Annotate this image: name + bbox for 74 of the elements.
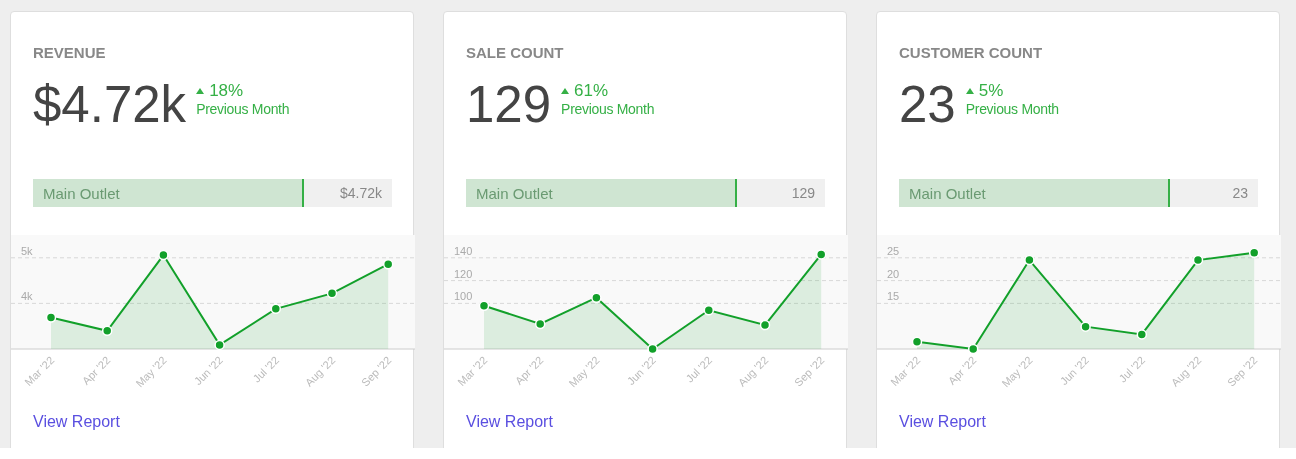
data-point — [1248, 247, 1260, 259]
data-point — [703, 305, 715, 316]
x-axis-label: May '22 — [999, 353, 1035, 390]
change-percent: 18% — [209, 81, 244, 101]
outlet-name: Main Outlet — [909, 184, 986, 202]
data-point — [1192, 254, 1204, 266]
x-axis-label: Sep '22 — [359, 353, 394, 389]
outlet-value: 23 — [1232, 185, 1248, 201]
data-point — [591, 292, 602, 303]
data-point — [815, 249, 827, 260]
data-point — [326, 288, 338, 299]
y-axis-label: 100 — [454, 290, 473, 303]
x-axis-label: Aug '22 — [1168, 353, 1204, 389]
x-axis-label: Jun '22 — [1057, 353, 1091, 388]
data-point — [759, 319, 771, 331]
x-axis-label: Apr '22 — [945, 353, 979, 387]
data-point — [1080, 321, 1091, 332]
view-report-link[interactable]: View Report — [899, 413, 986, 431]
data-point — [967, 343, 979, 355]
data-point — [478, 300, 490, 311]
data-point — [45, 312, 57, 323]
x-axis-label: May '22 — [566, 353, 602, 390]
data-point — [534, 318, 546, 330]
data-point — [911, 336, 923, 347]
x-axis-label: Jul '22 — [683, 353, 715, 385]
y-axis-label: 20 — [887, 267, 900, 280]
x-axis-label: Mar '22 — [22, 353, 57, 389]
view-report-link[interactable]: View Report — [466, 413, 553, 431]
x-axis-label: Mar '22 — [455, 353, 490, 389]
data-point — [382, 258, 394, 270]
change-period: Previous Month — [196, 101, 290, 117]
x-axis-label: Jul '22 — [1116, 353, 1148, 385]
view-report-link[interactable]: View Report — [33, 413, 120, 431]
x-axis-label: Sep '22 — [1225, 353, 1260, 389]
y-axis-label: 120 — [454, 267, 473, 280]
y-axis-label: 25 — [887, 244, 900, 257]
data-point — [1024, 254, 1035, 266]
data-point — [158, 249, 169, 261]
data-point — [1136, 329, 1148, 340]
y-axis-label: 5k — [21, 244, 33, 257]
card-title: CUSTOMER COUNT — [899, 44, 1044, 61]
x-axis-label: Apr '22 — [79, 353, 113, 387]
metric-value: 23 — [899, 75, 956, 135]
card-title: SALE COUNT — [466, 44, 565, 61]
x-axis-label: Jun '22 — [191, 353, 225, 388]
change-period: Previous Month — [965, 101, 1059, 117]
change-percent: 5% — [978, 81, 1004, 101]
outlet-value: 129 — [791, 185, 815, 201]
x-axis-label: Aug '22 — [302, 353, 338, 389]
change-percent: 61% — [574, 81, 609, 101]
x-axis-label: Sep '22 — [792, 353, 827, 389]
outlet-name: Main Outlet — [476, 184, 553, 202]
y-axis-label: 140 — [454, 244, 473, 257]
triangle-icon — [196, 88, 205, 94]
metric-value: 129 — [466, 75, 552, 135]
x-axis-label: May '22 — [133, 353, 169, 390]
change-period: Previous Month — [561, 101, 655, 117]
x-axis-label: Jun '22 — [624, 353, 658, 388]
y-axis-label: 4k — [21, 290, 33, 303]
x-axis-label: Apr '22 — [512, 353, 546, 387]
y-axis-label: 15 — [887, 290, 900, 303]
triangle-icon — [561, 88, 570, 94]
x-axis-label: Aug '22 — [735, 353, 771, 389]
triangle-icon — [965, 88, 974, 94]
x-axis-label: Jul '22 — [250, 353, 282, 385]
data-point — [647, 343, 658, 355]
card-title: REVENUE — [33, 44, 107, 61]
data-point — [214, 339, 225, 351]
outlet-value: $4.72k — [339, 185, 382, 201]
x-axis-label: Mar '22 — [888, 353, 923, 389]
outlet-name: Main Outlet — [43, 184, 120, 202]
data-point — [101, 325, 113, 336]
data-point — [270, 303, 282, 315]
metric-value: $4.72k — [33, 75, 187, 135]
